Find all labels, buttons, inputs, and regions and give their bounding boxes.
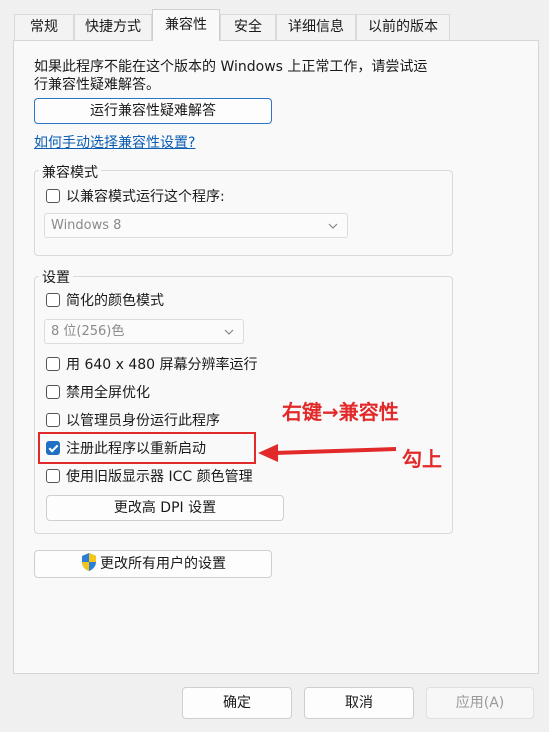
intro-text-line2: 行兼容性疑难解答。	[34, 77, 160, 93]
reduced-color-checkbox[interactable]	[46, 293, 60, 307]
run-troubleshooter-button[interactable]: 运行兼容性疑难解答	[34, 98, 272, 124]
apply-button[interactable]: 应用(A)	[426, 687, 534, 719]
arrow-left-icon	[258, 444, 397, 462]
legacy-icc-checkbox[interactable]	[46, 469, 60, 483]
legacy-icc-label: 使用旧版显示器 ICC 颜色管理	[66, 469, 253, 485]
compat-mode-checkbox[interactable]	[46, 189, 60, 203]
compat-mode-title: 兼容模式	[39, 162, 101, 182]
shield-icon	[82, 553, 96, 571]
tab-previous-versions[interactable]: 以前的版本	[356, 14, 450, 40]
change-all-users-button[interactable]: 更改所有用户的设置	[34, 550, 272, 578]
color-depth-value: 8 位(256)色	[51, 324, 125, 339]
run-640-label: 用 640 x 480 屏幕分辨率运行	[66, 357, 258, 373]
run-as-admin-checkbox[interactable]	[46, 413, 60, 427]
chevron-down-icon	[328, 223, 338, 229]
cancel-button[interactable]: 取消	[304, 687, 414, 719]
settings-title: 设置	[39, 267, 73, 287]
manual-settings-link[interactable]: 如何手动选择兼容性设置?	[34, 132, 195, 152]
ok-button[interactable]: 确定	[182, 687, 292, 719]
disable-fullscreen-label: 禁用全屏优化	[66, 385, 150, 401]
annotation-right-click: 右键→兼容性	[282, 400, 399, 424]
compat-os-select[interactable]: Windows 8	[44, 213, 348, 238]
tab-shortcut[interactable]: 快捷方式	[74, 14, 152, 40]
compat-mode-label: 以兼容模式运行这个程序:	[66, 189, 225, 205]
tab-details[interactable]: 详细信息	[276, 14, 356, 40]
highlight-box	[38, 432, 256, 464]
tab-security[interactable]: 安全	[220, 14, 276, 40]
change-all-users-label: 更改所有用户的设置	[100, 556, 226, 572]
intro-text: 如果此程序不能在这个版本的 Windows 上正常工作，请尝试运 行兼容性疑难解…	[34, 58, 427, 94]
run-as-admin-label: 以管理员身份运行此程序	[66, 413, 220, 429]
run-640-checkbox[interactable]	[46, 357, 60, 371]
color-depth-select[interactable]: 8 位(256)色	[44, 319, 244, 344]
annotation-check: 勾上	[402, 447, 442, 471]
reduced-color-label: 简化的颜色模式	[66, 293, 164, 309]
tab-compatibility[interactable]: 兼容性	[152, 9, 220, 41]
disable-fullscreen-checkbox[interactable]	[46, 385, 60, 399]
intro-text-line1: 如果此程序不能在这个版本的 Windows 上正常工作，请尝试运	[34, 59, 428, 75]
tab-bar: 常规 快捷方式 兼容性 安全 详细信息 以前的版本	[0, 0, 549, 41]
change-dpi-button[interactable]: 更改高 DPI 设置	[46, 495, 284, 521]
tab-general[interactable]: 常规	[14, 14, 74, 40]
chevron-down-icon	[224, 329, 234, 335]
compat-os-value: Windows 8	[51, 218, 122, 233]
